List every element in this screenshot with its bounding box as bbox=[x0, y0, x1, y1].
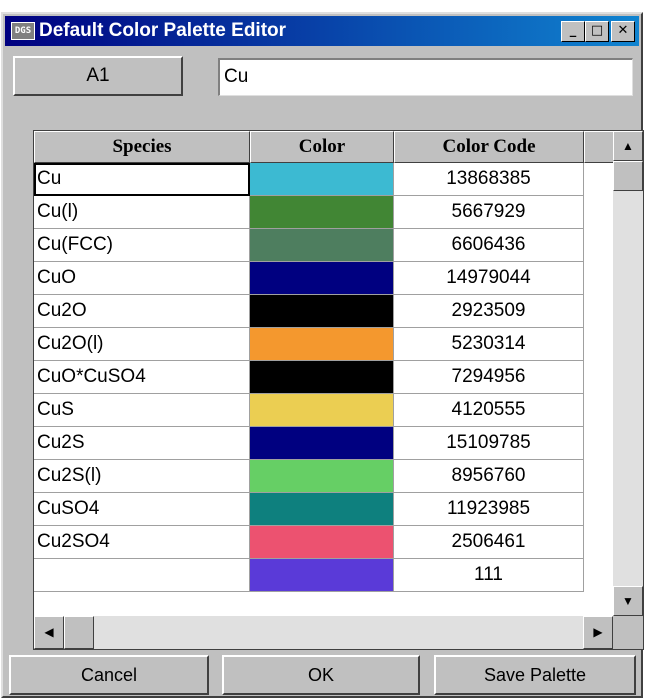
cell-reference-box[interactable]: A1 bbox=[13, 56, 183, 96]
species-cell[interactable]: Cu2O(l) bbox=[34, 328, 250, 361]
color-swatch-cell[interactable] bbox=[250, 262, 394, 295]
horizontal-scroll-thumb[interactable] bbox=[64, 616, 94, 649]
color-swatch-cell[interactable] bbox=[250, 427, 394, 460]
color-code-cell[interactable]: 8956760 bbox=[394, 460, 584, 493]
column-header-species[interactable]: Species bbox=[34, 131, 250, 163]
table-row[interactable]: Cu(l) 5667929 bbox=[34, 196, 614, 229]
color-swatch-cell[interactable] bbox=[250, 328, 394, 361]
cancel-button[interactable]: Cancel bbox=[9, 655, 209, 695]
color-code-cell[interactable]: 2923509 bbox=[394, 295, 584, 328]
table-row[interactable]: 111 bbox=[34, 559, 614, 592]
color-swatch-cell[interactable] bbox=[250, 493, 394, 526]
table-row[interactable]: Cu(FCC) 6606436 bbox=[34, 229, 614, 262]
scroll-down-icon[interactable]: ▼ bbox=[613, 586, 643, 616]
ok-button[interactable]: OK bbox=[222, 655, 420, 695]
table-row[interactable]: Cu2O 2923509 bbox=[34, 295, 614, 328]
species-cell[interactable]: Cu(l) bbox=[34, 196, 250, 229]
palette-editor-window: DGS Default Color Palette Editor _ □ ✕ A… bbox=[1, 12, 644, 698]
scroll-up-icon[interactable]: ▲ bbox=[613, 131, 643, 161]
color-swatch-cell[interactable] bbox=[250, 526, 394, 559]
table-row[interactable]: Cu2SO4 2506461 bbox=[34, 526, 614, 559]
save-palette-button[interactable]: Save Palette bbox=[434, 655, 636, 695]
color-swatch-cell[interactable] bbox=[250, 394, 394, 427]
color-code-cell[interactable]: 5230314 bbox=[394, 328, 584, 361]
table-row[interactable]: CuO 14979044 bbox=[34, 262, 614, 295]
species-cell[interactable]: Cu2SO4 bbox=[34, 526, 250, 559]
close-button[interactable]: ✕ bbox=[611, 21, 635, 42]
species-cell[interactable]: CuO*CuSO4 bbox=[34, 361, 250, 394]
table-row[interactable]: CuO*CuSO4 7294956 bbox=[34, 361, 614, 394]
color-code-cell[interactable]: 11923985 bbox=[394, 493, 584, 526]
species-cell[interactable]: Cu2O bbox=[34, 295, 250, 328]
color-swatch-cell[interactable] bbox=[250, 163, 394, 196]
color-swatch-cell[interactable] bbox=[250, 460, 394, 493]
scrollbar-corner bbox=[613, 616, 643, 649]
table-row[interactable]: CuS 4120555 bbox=[34, 394, 614, 427]
species-cell[interactable]: CuO bbox=[34, 262, 250, 295]
table-row[interactable]: Cu 13868385 bbox=[34, 163, 614, 196]
color-code-cell[interactable]: 13868385 bbox=[394, 163, 584, 196]
title-bar[interactable]: DGS Default Color Palette Editor _ □ ✕ bbox=[5, 16, 639, 46]
color-code-cell[interactable]: 2506461 bbox=[394, 526, 584, 559]
species-cell[interactable]: Cu2S(l) bbox=[34, 460, 250, 493]
window-title: Default Color Palette Editor bbox=[39, 20, 287, 41]
scroll-left-icon[interactable]: ◀ bbox=[34, 616, 64, 649]
color-code-cell[interactable]: 15109785 bbox=[394, 427, 584, 460]
color-code-cell[interactable]: 14979044 bbox=[394, 262, 584, 295]
color-swatch-cell[interactable] bbox=[250, 361, 394, 394]
scroll-right-icon[interactable]: ▶ bbox=[583, 616, 613, 649]
column-header-color[interactable]: Color bbox=[250, 131, 394, 163]
color-code-cell[interactable]: 7294956 bbox=[394, 361, 584, 394]
app-icon: DGS bbox=[11, 22, 35, 40]
color-swatch-cell[interactable] bbox=[250, 229, 394, 262]
table-row[interactable]: Cu2O(l) 5230314 bbox=[34, 328, 614, 361]
table-row[interactable]: CuSO4 11923985 bbox=[34, 493, 614, 526]
palette-grid: Species Color Color Code Cu 13868385 Cu(l)… bbox=[33, 130, 644, 650]
species-cell[interactable]: Cu2S bbox=[34, 427, 250, 460]
species-cell[interactable]: Cu(FCC) bbox=[34, 229, 250, 262]
color-swatch-cell[interactable] bbox=[250, 559, 394, 592]
species-cell[interactable]: Cu bbox=[34, 163, 250, 196]
color-code-cell[interactable]: 6606436 bbox=[394, 229, 584, 262]
table-row[interactable]: Cu2S(l) 8956760 bbox=[34, 460, 614, 493]
species-cell[interactable] bbox=[34, 559, 250, 592]
column-header-blank bbox=[584, 131, 614, 163]
minimize-button[interactable]: _ bbox=[561, 21, 585, 42]
species-cell[interactable]: CuSO4 bbox=[34, 493, 250, 526]
species-cell[interactable]: CuS bbox=[34, 394, 250, 427]
color-code-cell[interactable]: 111 bbox=[394, 559, 584, 592]
color-code-cell[interactable]: 4120555 bbox=[394, 394, 584, 427]
color-swatch-cell[interactable] bbox=[250, 295, 394, 328]
vertical-scroll-thumb[interactable] bbox=[613, 161, 643, 191]
column-header-color-code[interactable]: Color Code bbox=[394, 131, 584, 163]
color-code-cell[interactable]: 5667929 bbox=[394, 196, 584, 229]
color-swatch-cell[interactable] bbox=[250, 196, 394, 229]
horizontal-scrollbar[interactable]: ◀ ▶ bbox=[34, 616, 613, 649]
maximize-button[interactable]: □ bbox=[585, 21, 609, 42]
table-row[interactable]: Cu2S 15109785 bbox=[34, 427, 614, 460]
vertical-scrollbar[interactable]: ▲ ▼ bbox=[613, 131, 643, 616]
cell-value-input[interactable]: Cu bbox=[218, 58, 633, 96]
